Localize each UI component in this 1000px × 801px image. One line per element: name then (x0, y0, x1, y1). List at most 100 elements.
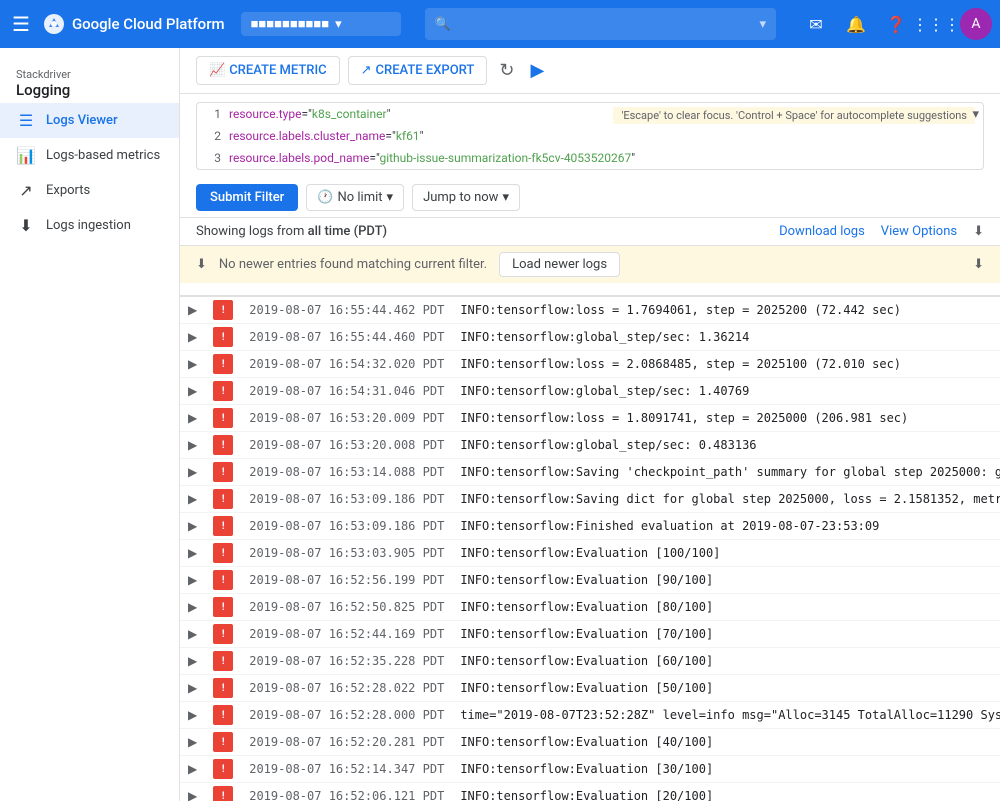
help-icon[interactable]: 🔔 (840, 8, 872, 40)
expand-icon[interactable]: ▶ (188, 762, 197, 776)
row-expand[interactable]: ▶ (180, 378, 205, 405)
filter-hint: 'Escape' to clear focus. 'Control + Spac… (613, 107, 975, 124)
row-severity: ! (205, 594, 241, 621)
play-icon[interactable]: ▶ (526, 56, 548, 85)
row-expand[interactable]: ▶ (180, 783, 205, 801)
load-newer-button[interactable]: Load newer logs (499, 252, 620, 277)
sidebar-item-logs-metrics[interactable]: 📊 Logs-based metrics (0, 138, 179, 173)
row-expand[interactable]: ▶ (180, 621, 205, 648)
project-selector[interactable]: ■■■■■■■■■■ ▾ (241, 12, 401, 36)
row-severity: ! (205, 648, 241, 675)
row-severity: ! (205, 675, 241, 702)
expand-icon[interactable]: ▶ (188, 546, 197, 560)
expand-icon[interactable]: ▶ (188, 573, 197, 587)
row-severity: ! (205, 567, 241, 594)
table-row: ▶ ! 2019-08-07 16:52:35.228 PDT INFO:ten… (180, 648, 1000, 675)
expand-icon[interactable]: ▶ (188, 627, 197, 641)
sidebar-item-exports[interactable]: ↗ Exports (0, 173, 179, 208)
down-arrow-icon[interactable]: ⬇ (973, 224, 984, 239)
row-expand[interactable]: ▶ (180, 486, 205, 513)
severity-badge: ! (213, 678, 233, 698)
exports-icon: ↗ (16, 181, 36, 200)
expand-icon[interactable]: ▶ (188, 789, 197, 801)
row-timestamp: 2019-08-07 16:54:31.046 PDT (241, 378, 452, 405)
filter-line-3: 3 resource.labels.pod_name="github-issue… (197, 147, 983, 169)
row-expand[interactable]: ▶ (180, 702, 205, 729)
row-expand[interactable]: ▶ (180, 405, 205, 432)
refresh-icon[interactable]: ↻ (495, 56, 518, 85)
sidebar-item-logs-ingestion[interactable]: ⬇ Logs ingestion (0, 208, 179, 243)
row-timestamp: 2019-08-07 16:53:20.008 PDT (241, 432, 452, 459)
expand-icon[interactable]: ▶ (188, 330, 197, 344)
submit-filter-button[interactable]: Submit Filter (196, 184, 298, 211)
menu-icon[interactable]: ☰ (8, 8, 34, 40)
expand-icon[interactable]: ▶ (188, 303, 197, 317)
expand-icon[interactable]: ▶ (188, 384, 197, 398)
jump-to-now-button[interactable]: Jump to now ▾ (412, 184, 520, 211)
row-timestamp: 2019-08-07 16:52:06.121 PDT (241, 783, 452, 801)
notifications-icon[interactable]: ✉ (800, 8, 832, 40)
table-row: ▶ ! 2019-08-07 16:54:32.020 PDT INFO:ten… (180, 351, 1000, 378)
row-severity: ! (205, 405, 241, 432)
severity-badge: ! (213, 300, 233, 320)
help-circle-icon[interactable]: ❓ (880, 8, 912, 40)
row-expand[interactable]: ▶ (180, 432, 205, 459)
logs-viewer-icon: ☰ (16, 111, 36, 130)
table-row: ▶ ! 2019-08-07 16:52:56.199 PDT INFO:ten… (180, 567, 1000, 594)
row-expand[interactable]: ▶ (180, 324, 205, 351)
row-timestamp: 2019-08-07 16:53:14.088 PDT (241, 459, 452, 486)
row-severity: ! (205, 324, 241, 351)
no-limit-select[interactable]: 🕐 No limit ▾ (306, 184, 404, 211)
expand-icon[interactable]: ▶ (188, 681, 197, 695)
project-dropdown-icon: ▾ (335, 17, 342, 32)
main-layout: Stackdriver Logging ☰ Logs Viewer 📊 Logs… (0, 48, 1000, 801)
expand-icon[interactable]: ▶ (188, 600, 197, 614)
table-row: ▶ ! 2019-08-07 16:54:31.046 PDT INFO:ten… (180, 378, 1000, 405)
filter-collapse-icon[interactable]: ▾ (972, 107, 979, 122)
row-expand[interactable]: ▶ (180, 675, 205, 702)
row-expand[interactable]: ▶ (180, 729, 205, 756)
table-row: ▶ ! 2019-08-07 16:52:06.121 PDT INFO:ten… (180, 783, 1000, 801)
row-expand[interactable]: ▶ (180, 594, 205, 621)
expand-icon[interactable]: ▶ (188, 519, 197, 533)
row-expand[interactable]: ▶ (180, 459, 205, 486)
row-message: INFO:tensorflow:loss = 1.8091741, step =… (452, 405, 1000, 432)
sidebar-item-logs-viewer[interactable]: ☰ Logs Viewer (0, 103, 179, 138)
row-severity: ! (205, 756, 241, 783)
create-export-button[interactable]: ↗ CREATE EXPORT (348, 56, 488, 85)
user-avatar[interactable]: A (960, 8, 992, 40)
table-row: ▶ ! 2019-08-07 16:53:20.009 PDT INFO:ten… (180, 405, 1000, 432)
row-expand[interactable]: ▶ (180, 296, 205, 324)
expand-icon[interactable]: ▶ (188, 654, 197, 668)
expand-icon[interactable]: ▶ (188, 438, 197, 452)
expand-icon[interactable]: ▶ (188, 465, 197, 479)
view-options-button[interactable]: View Options (881, 224, 957, 239)
expand-icon[interactable]: ▶ (188, 411, 197, 425)
expand-icon[interactable]: ▶ (188, 735, 197, 749)
main-content: 📈 CREATE METRIC ↗ CREATE EXPORT ↻ ▶ 1 re… (180, 48, 1000, 801)
table-row: ▶ ! 2019-08-07 16:52:44.169 PDT INFO:ten… (180, 621, 1000, 648)
expand-icon[interactable]: ▶ (188, 492, 197, 506)
row-severity: ! (205, 729, 241, 756)
filter-editor: 1 resource.type="k8s_container" 2 resour… (196, 102, 984, 170)
severity-badge: ! (213, 489, 233, 509)
table-row: ▶ ! 2019-08-07 16:52:20.281 PDT INFO:ten… (180, 729, 1000, 756)
download-logs-button[interactable]: Download logs (779, 224, 865, 239)
row-expand[interactable]: ▶ (180, 351, 205, 378)
create-metric-button[interactable]: 📈 CREATE METRIC (196, 56, 340, 85)
row-severity: ! (205, 486, 241, 513)
row-expand[interactable]: ▶ (180, 648, 205, 675)
down-arrow-right-icon: ⬇ (973, 257, 984, 272)
no-newer-entries-bar: ⬇ No newer entries found matching curren… (180, 246, 1000, 283)
search-dropdown-icon[interactable]: ▾ (759, 17, 766, 32)
row-expand[interactable]: ▶ (180, 756, 205, 783)
apps-icon[interactable]: ⋮⋮⋮ (920, 8, 952, 40)
row-expand[interactable]: ▶ (180, 540, 205, 567)
row-expand[interactable]: ▶ (180, 513, 205, 540)
expand-icon[interactable]: ▶ (188, 357, 197, 371)
row-message: INFO:tensorflow:Evaluation [50/100] (452, 675, 1000, 702)
create-export-icon: ↗ (361, 63, 372, 78)
search-input[interactable] (457, 17, 760, 32)
row-expand[interactable]: ▶ (180, 567, 205, 594)
expand-icon[interactable]: ▶ (188, 708, 197, 722)
